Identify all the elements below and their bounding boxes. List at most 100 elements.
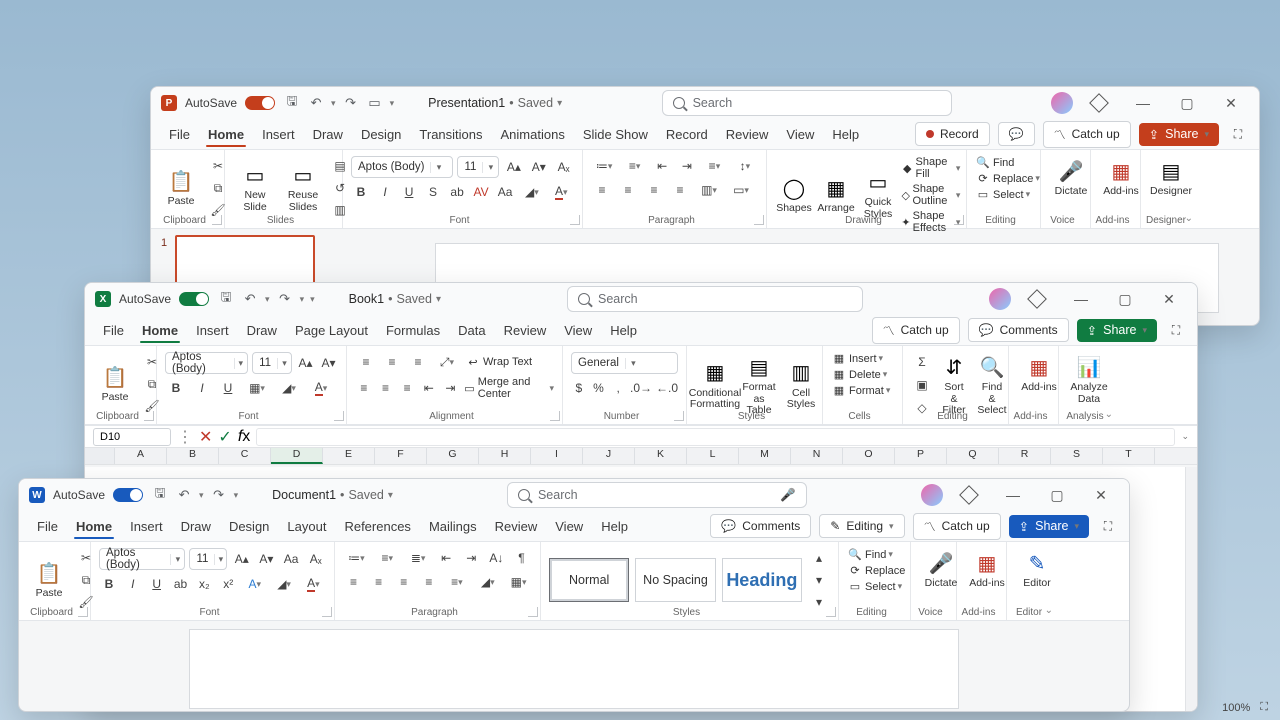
autosave-toggle[interactable] xyxy=(245,96,275,110)
premium-diamond-icon[interactable] xyxy=(1019,285,1055,313)
maximize-button[interactable]: ▢ xyxy=(1169,89,1205,117)
paste-button[interactable]: 📋Paste xyxy=(159,166,203,210)
addins-button[interactable]: ▦Add-ins xyxy=(1099,156,1143,200)
tab-page-layout[interactable]: Page Layout xyxy=(287,319,376,342)
tab-draw[interactable]: Draw xyxy=(239,319,285,342)
wrap-text-button[interactable]: ↩Wrap Text xyxy=(465,356,532,369)
tab-formulas[interactable]: Formulas xyxy=(378,319,448,342)
strike-icon[interactable]: S xyxy=(423,182,443,202)
tab-references[interactable]: References xyxy=(336,515,418,538)
autosave-toggle[interactable] xyxy=(179,292,209,306)
fill-color-icon[interactable]: ◢▾ xyxy=(275,378,303,398)
subscript-icon[interactable]: x₂ xyxy=(194,574,214,594)
col-C[interactable]: C xyxy=(219,448,271,464)
delete-cells-button[interactable]: ▦Delete▾ xyxy=(831,368,887,381)
numbering-icon[interactable]: ≡▾ xyxy=(621,156,647,176)
addins-button[interactable]: ▦Add-ins xyxy=(965,548,1009,592)
italic-icon[interactable]: I xyxy=(375,182,395,202)
highlight-icon[interactable]: ◢▾ xyxy=(271,574,296,594)
tab-design[interactable]: Design xyxy=(353,123,409,146)
tab-file[interactable]: File xyxy=(95,319,132,342)
find-button[interactable]: 🔍Find xyxy=(975,156,1014,169)
tab-draw[interactable]: Draw xyxy=(173,515,219,538)
bold-icon[interactable]: B xyxy=(351,182,371,202)
comments-button[interactable]: 💬 Comments xyxy=(968,318,1069,342)
maximize-button[interactable]: ▢ xyxy=(1107,285,1143,313)
insert-cells-button[interactable]: ▦Insert▾ xyxy=(831,352,883,365)
tab-transitions[interactable]: Transitions xyxy=(411,123,490,146)
clear-format-icon[interactable]: Aₓ xyxy=(305,549,326,569)
tab-draw[interactable]: Draw xyxy=(305,123,351,146)
align-center-icon[interactable]: ≡ xyxy=(377,378,395,398)
align-left-icon[interactable]: ≡ xyxy=(343,572,364,592)
tab-design[interactable]: Design xyxy=(221,515,277,538)
user-avatar[interactable] xyxy=(921,484,943,506)
collapse-ribbon-icon[interactable]: ⌄ xyxy=(1045,605,1053,616)
user-avatar[interactable] xyxy=(1051,92,1073,114)
shape-outline-button[interactable]: ◇Shape Outline▾ xyxy=(901,183,960,207)
col-R[interactable]: R xyxy=(999,448,1051,464)
search-input[interactable]: Search xyxy=(662,90,952,116)
percent-icon[interactable]: % xyxy=(591,378,607,398)
col-A[interactable]: A xyxy=(115,448,167,464)
paste-button[interactable]: 📋Paste xyxy=(27,558,71,602)
save-icon[interactable]: 🖫 xyxy=(217,288,235,310)
orientation-icon[interactable]: ⤢▾ xyxy=(433,352,461,372)
col-F[interactable]: F xyxy=(375,448,427,464)
col-J[interactable]: J xyxy=(583,448,635,464)
col-K[interactable]: K xyxy=(635,448,687,464)
new-slide-button[interactable]: ▭New Slide xyxy=(233,160,277,215)
qat-more-icon[interactable]: ▾ xyxy=(234,490,239,501)
tab-animations[interactable]: Animations xyxy=(493,123,573,146)
tab-review[interactable]: Review xyxy=(487,515,546,538)
select-button[interactable]: ▭Select▾ xyxy=(975,188,1030,201)
reuse-slides-button[interactable]: ▭Reuse Slides xyxy=(281,160,325,215)
shadow-icon[interactable]: ab xyxy=(447,182,467,202)
shading-icon[interactable]: ◢▾ xyxy=(474,572,501,592)
minimize-button[interactable]: — xyxy=(1125,89,1161,117)
inc-decimal-icon[interactable]: .0→ xyxy=(630,378,652,398)
conditional-formatting-button[interactable]: ▦Conditional Formatting xyxy=(695,358,735,413)
bold-icon[interactable]: B xyxy=(165,378,187,398)
cell-styles-button[interactable]: ▥Cell Styles xyxy=(783,358,819,413)
qat-more-icon[interactable]: ▾ xyxy=(310,294,315,305)
pilcrow-icon[interactable]: ¶ xyxy=(511,548,532,568)
minimize-button[interactable]: — xyxy=(1063,285,1099,313)
underline-icon[interactable]: U xyxy=(399,182,419,202)
replace-button[interactable]: ⟳Replace▾ xyxy=(975,172,1040,185)
save-icon[interactable]: 🖫 xyxy=(283,92,301,114)
tab-insert[interactable]: Insert xyxy=(122,515,171,538)
shrink-font-icon[interactable]: A▾ xyxy=(319,353,338,373)
tab-mailings[interactable]: Mailings xyxy=(421,515,485,538)
maximize-button[interactable]: ▢ xyxy=(1039,481,1075,509)
font-size-combo[interactable]: 11▾ xyxy=(189,548,227,570)
grow-font-icon[interactable]: A▴ xyxy=(231,549,252,569)
bold-icon[interactable]: B xyxy=(99,574,119,594)
text-direction-icon[interactable]: ↕▾ xyxy=(732,156,758,176)
styles-up-icon[interactable]: ▴ xyxy=(808,548,830,568)
change-case-icon[interactable]: Aa xyxy=(281,549,302,569)
record-button[interactable]: Record xyxy=(915,122,990,146)
grow-font-icon[interactable]: A▴ xyxy=(503,157,524,177)
close-button[interactable]: ✕ xyxy=(1213,89,1249,117)
qat-more-icon[interactable]: ▾ xyxy=(390,98,395,109)
col-H[interactable]: H xyxy=(479,448,531,464)
top-align-icon[interactable]: ≡ xyxy=(355,352,377,372)
tab-file[interactable]: File xyxy=(29,515,66,538)
catch-up-button[interactable]: 〽 Catch up xyxy=(913,513,1001,540)
addins-button[interactable]: ▦Add-ins xyxy=(1017,352,1061,396)
tab-view[interactable]: View xyxy=(778,123,822,146)
catch-up-button[interactable]: 〽 Catch up xyxy=(1043,121,1131,148)
borders-icon[interactable]: ▦▾ xyxy=(505,572,532,592)
undo-icon[interactable]: ↶ xyxy=(241,291,259,307)
format-cells-button[interactable]: ▦Format▾ xyxy=(831,384,890,397)
save-icon[interactable]: 🖫 xyxy=(151,484,169,506)
document-title[interactable]: Presentation1 • Saved ▾ xyxy=(428,96,562,110)
change-case-icon[interactable]: Aa xyxy=(495,182,515,202)
col-E[interactable]: E xyxy=(323,448,375,464)
font-size-combo[interactable]: 11▾ xyxy=(457,156,499,178)
editing-mode-button[interactable]: ✎ Editing ▾ xyxy=(819,514,904,538)
tab-insert[interactable]: Insert xyxy=(188,319,237,342)
font-color-icon[interactable]: A▾ xyxy=(301,574,326,594)
columns-icon[interactable]: ▥▾ xyxy=(695,180,723,200)
